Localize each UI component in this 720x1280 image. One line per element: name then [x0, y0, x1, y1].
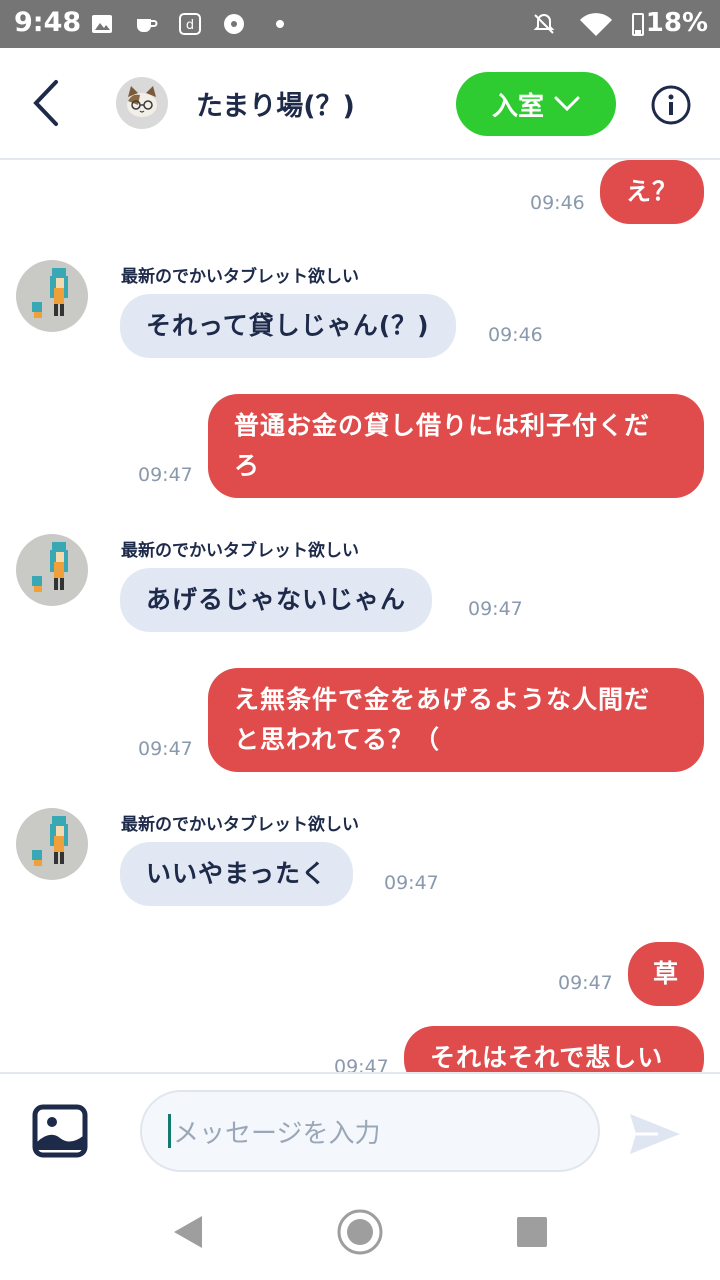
message-text: それって貸しじゃん(？): [146, 311, 430, 340]
incoming-message-bubble[interactable]: それって貸しじゃん(？): [120, 294, 456, 358]
chevron-down-icon: [554, 96, 580, 112]
nav-back-icon[interactable]: [170, 1214, 204, 1250]
incoming-message-bubble[interactable]: いいやまったく: [120, 842, 354, 906]
nav-home-icon[interactable]: [336, 1208, 384, 1256]
message-text: それはそれで悲しい: [430, 1043, 664, 1072]
message-time: 09:47: [384, 872, 439, 894]
room-title[interactable]: たまり場(？): [196, 84, 355, 123]
cup-notification-icon: [137, 19, 158, 32]
message-text: いいやまったく: [146, 859, 328, 888]
svg-text:d: d: [186, 18, 194, 33]
incoming-message-bubble[interactable]: あげるじゃないじゃん: [120, 568, 433, 632]
message-text-line: ろ: [234, 451, 261, 480]
message-time: 09:46: [530, 192, 585, 214]
back-button[interactable]: [26, 78, 66, 128]
message-text-line: 普通お金の貸し借りには利子付くだ: [234, 411, 651, 440]
message-time: 09:47: [334, 1056, 389, 1072]
wifi-icon: [580, 13, 612, 36]
message-text: 草: [652, 959, 679, 988]
room-avatar[interactable]: [116, 77, 168, 129]
outgoing-message-bubble[interactable]: 普通お金の貸し借りには利子付くだ ろ: [208, 394, 704, 498]
notifications-off-icon: [533, 13, 555, 34]
outgoing-message-bubble[interactable]: 草: [628, 942, 704, 1006]
status-bar: 9:48 d 18%: [0, 0, 720, 48]
message-time: 09:47: [138, 738, 193, 760]
message-time: 09:47: [138, 464, 193, 486]
sender-avatar[interactable]: [16, 534, 88, 606]
pixel-character-avatar-icon: [32, 268, 68, 318]
enter-room-label: 入室: [491, 91, 544, 122]
send-button[interactable]: [628, 1112, 682, 1156]
cat-face-icon: [127, 86, 157, 117]
sender-avatar[interactable]: [16, 808, 88, 880]
sender-name: 最新のでかいタブレット欲しい: [121, 541, 359, 561]
more-notifications-dot-icon: [276, 20, 284, 28]
text-cursor: [168, 1114, 171, 1148]
chat-header: たまり場(？) 入室: [0, 48, 720, 160]
message-text-line: え無条件で金をあげるような人間だ: [234, 685, 651, 714]
status-time: 9:48: [14, 7, 82, 38]
enter-room-button[interactable]: 入室: [456, 72, 616, 136]
sender-name: 最新のでかいタブレット欲しい: [121, 815, 359, 835]
outgoing-message-bubble[interactable]: え無条件で金をあげるような人間だ と思われてる？（: [208, 668, 704, 772]
sender-name: 最新のでかいタブレット欲しい: [121, 267, 359, 287]
message-time: 09:46: [488, 324, 543, 346]
battery-icon: [632, 13, 644, 36]
disc-notification-icon: [224, 14, 244, 34]
message-composer: メッセージを入力: [0, 1072, 720, 1186]
pixel-character-avatar-icon: [32, 542, 68, 592]
message-list[interactable]: 09:46 え？ 最新のでかいタブレット欲しい それって貸しじゃん(？) 09:…: [0, 160, 720, 1072]
system-nav-bar: [0, 1186, 720, 1280]
message-text: え？: [625, 177, 678, 206]
message-input[interactable]: メッセージを入力: [140, 1090, 600, 1172]
outgoing-message-bubble[interactable]: それはそれで悲しい: [404, 1026, 704, 1072]
message-text-line: と思われてる？（: [234, 725, 441, 754]
attach-image-button[interactable]: [32, 1104, 88, 1158]
battery-percent: 18%: [645, 8, 708, 38]
info-button[interactable]: [650, 84, 692, 126]
d-app-notification-icon: d: [179, 13, 201, 35]
message-input-placeholder: メッセージを入力: [173, 1118, 381, 1149]
nav-recents-icon[interactable]: [516, 1216, 548, 1248]
message-text: あげるじゃないじゃん: [146, 585, 407, 614]
pixel-character-avatar-icon: [32, 816, 68, 866]
sender-avatar[interactable]: [16, 260, 88, 332]
message-time: 09:47: [558, 972, 613, 994]
outgoing-message-bubble[interactable]: え？: [600, 160, 704, 224]
gallery-notification-icon: [92, 15, 112, 33]
message-time: 09:47: [468, 598, 523, 620]
